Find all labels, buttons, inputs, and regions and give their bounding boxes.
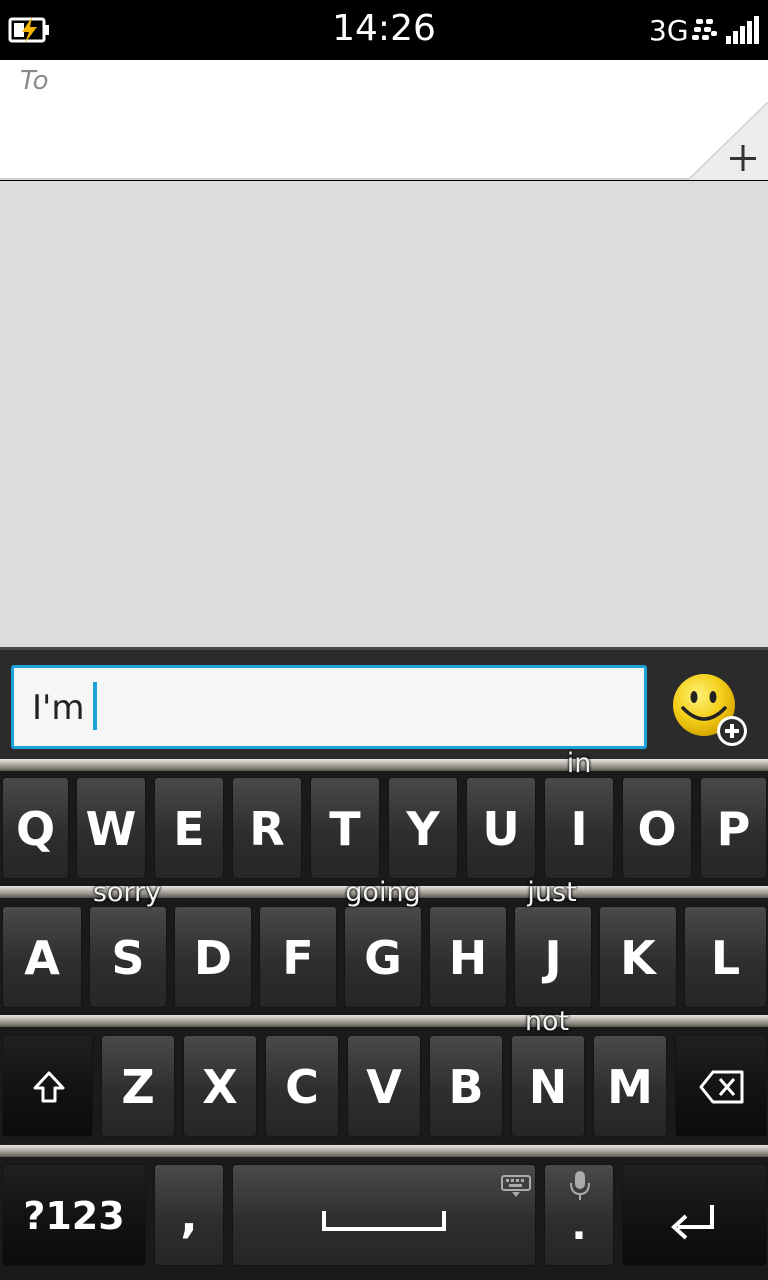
key-t[interactable]: T: [310, 777, 380, 879]
keyboard-separator: [0, 1015, 768, 1027]
key-o[interactable]: O: [622, 777, 692, 879]
prediction-not[interactable]: not: [487, 1006, 607, 1037]
key-m[interactable]: M: [593, 1035, 667, 1137]
space-bar-icon: [322, 1211, 446, 1231]
key-w[interactable]: W: [76, 777, 146, 879]
space-key[interactable]: [232, 1164, 536, 1266]
key-l[interactable]: L: [684, 906, 767, 1008]
key-q[interactable]: Q: [2, 777, 69, 879]
key-u[interactable]: U: [466, 777, 536, 879]
period-label: .: [571, 1203, 587, 1249]
prediction-going[interactable]: going: [323, 877, 443, 908]
add-contact-button[interactable]: [687, 101, 768, 181]
signal-bars-icon: [726, 16, 759, 44]
keyboard-separator: [0, 1145, 768, 1157]
blackberry-icon: [692, 19, 717, 40]
key-x[interactable]: X: [183, 1035, 257, 1137]
enter-key[interactable]: [622, 1164, 767, 1266]
to-label: To: [20, 66, 49, 96]
prediction-in[interactable]: in: [519, 748, 639, 779]
key-h[interactable]: H: [429, 906, 507, 1008]
key-p[interactable]: P: [700, 777, 767, 879]
keyboard: Q W E R T Y U I O P A S D F G H J K L Z …: [0, 748, 768, 1280]
shift-arrow-icon: [33, 1071, 65, 1103]
key-e[interactable]: E: [154, 777, 224, 879]
key-b[interactable]: B: [429, 1035, 503, 1137]
key-c[interactable]: C: [265, 1035, 339, 1137]
key-z[interactable]: Z: [101, 1035, 175, 1137]
key-a[interactable]: A: [2, 906, 82, 1008]
shift-key[interactable]: [2, 1035, 93, 1137]
key-f[interactable]: F: [259, 906, 337, 1008]
key-k[interactable]: K: [599, 906, 677, 1008]
key-i[interactable]: I: [544, 777, 614, 879]
symbols-key[interactable]: ?123: [2, 1164, 146, 1266]
emoji-button[interactable]: [670, 670, 750, 750]
network-type: 3G: [649, 14, 689, 47]
message-text: I'm: [32, 688, 85, 728]
prediction-sorry[interactable]: sorry: [67, 877, 187, 908]
message-input[interactable]: I'm: [11, 665, 647, 749]
text-cursor: [93, 682, 97, 730]
keyboard-separator: [0, 759, 768, 771]
plus-icon: [687, 101, 768, 181]
key-r[interactable]: R: [232, 777, 302, 879]
period-key[interactable]: .: [544, 1164, 614, 1266]
key-n[interactable]: N: [511, 1035, 585, 1137]
keyboard-icon: [501, 1175, 531, 1197]
smiley-add-icon: [673, 674, 747, 746]
key-j[interactable]: J: [514, 906, 592, 1008]
comma-key[interactable]: ,: [154, 1164, 224, 1266]
key-s[interactable]: S: [89, 906, 167, 1008]
key-v[interactable]: V: [347, 1035, 421, 1137]
key-g[interactable]: G: [344, 906, 422, 1008]
key-y[interactable]: Y: [388, 777, 458, 879]
status-bar: 14:26 3G: [0, 0, 768, 60]
compose-bar: I'm: [0, 647, 768, 759]
prediction-just[interactable]: just: [492, 877, 612, 908]
backspace-icon: [699, 1070, 744, 1104]
recipient-field[interactable]: To: [0, 60, 768, 181]
key-d[interactable]: D: [174, 906, 252, 1008]
backspace-key[interactable]: [675, 1035, 767, 1137]
enter-arrow-icon: [671, 1205, 714, 1240]
conversation-area: [0, 181, 768, 647]
